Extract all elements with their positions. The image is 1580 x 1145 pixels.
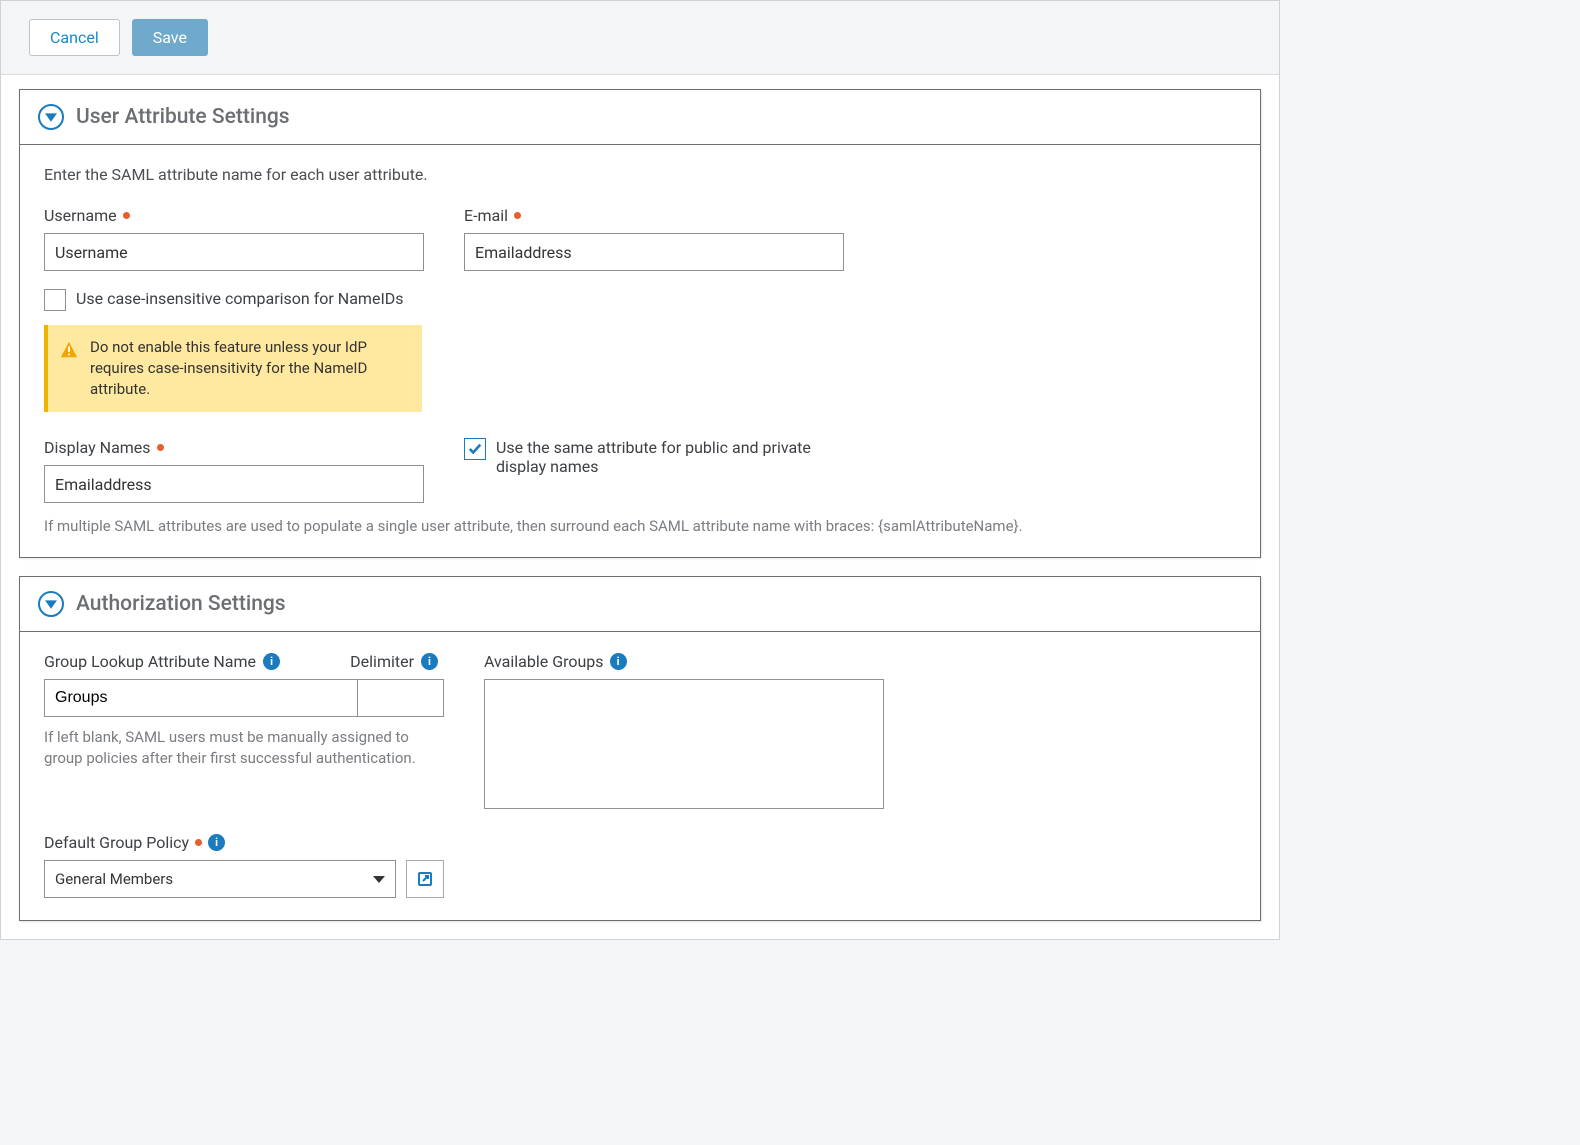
panel-header-auth: Authorization Settings [20, 577, 1260, 632]
email-field: E-mail [464, 206, 844, 271]
panel-user-attribute-settings: User Attribute Settings Enter the SAML a… [19, 89, 1261, 558]
available-groups-list[interactable] [484, 679, 884, 809]
required-dot-icon [123, 212, 130, 219]
case-insensitive-label: Use case-insensitive comparison for Name… [76, 289, 404, 308]
username-label-text: Username [44, 206, 117, 225]
info-icon[interactable]: i [208, 834, 225, 851]
panel-title-auth: Authorization Settings [76, 592, 286, 616]
available-groups-block: Available Groups i [484, 652, 884, 809]
email-label: E-mail [464, 206, 844, 225]
username-field: Username [44, 206, 424, 271]
available-groups-label: Available Groups i [484, 652, 884, 671]
warning-box: Do not enable this feature unless your I… [44, 325, 422, 412]
case-insensitive-checkbox[interactable] [44, 289, 66, 311]
available-groups-label-text: Available Groups [484, 652, 604, 671]
default-policy-label-text: Default Group Policy [44, 833, 189, 852]
panel-header-user-attr: User Attribute Settings [20, 90, 1260, 145]
display-names-label-text: Display Names [44, 438, 151, 457]
default-policy-label: Default Group Policy i [44, 833, 1236, 852]
delimiter-label-text: Delimiter [350, 652, 414, 671]
page-container: Cancel Save User Attribute Settings Ente… [0, 0, 1280, 940]
auth-columns: Group Lookup Attribute Name i Delimiter … [44, 652, 1236, 809]
email-input[interactable] [464, 233, 844, 271]
group-lookup-hint: If left blank, SAML users must be manual… [44, 727, 444, 769]
bottom-hint: If multiple SAML attributes are used to … [44, 517, 1236, 535]
same-attr-checkbox-row: Use the same attribute for public and pr… [464, 438, 844, 476]
case-insensitive-block: Use case-insensitive comparison for Name… [44, 289, 424, 412]
display-names-input[interactable] [44, 465, 424, 503]
display-names-field: Display Names [44, 438, 424, 503]
group-lookup-label-text: Group Lookup Attribute Name [44, 652, 256, 671]
email-label-text: E-mail [464, 206, 508, 225]
fields-grid: Username E-mail [44, 206, 1236, 412]
warning-icon [60, 341, 78, 359]
required-dot-icon [157, 444, 164, 451]
required-dot-icon [195, 839, 202, 846]
username-input[interactable] [44, 233, 424, 271]
default-policy-value: General Members [55, 870, 173, 888]
case-insensitive-checkbox-row: Use case-insensitive comparison for Name… [44, 289, 424, 311]
edit-policy-button[interactable] [406, 860, 444, 898]
collapse-toggle-icon[interactable] [38, 591, 64, 617]
same-attr-checkbox[interactable] [464, 438, 486, 460]
display-names-row: Display Names Use the same attribute for… [44, 438, 1236, 503]
cancel-button[interactable]: Cancel [29, 19, 120, 56]
policy-row: General Members [44, 860, 444, 898]
panel-body-user-attr: Enter the SAML attribute name for each u… [20, 145, 1260, 557]
same-attr-label: Use the same attribute for public and pr… [496, 438, 844, 476]
default-policy-block: Default Group Policy i General Members [44, 833, 1236, 898]
toolbar: Cancel Save [1, 1, 1279, 75]
group-lookup-input[interactable] [44, 679, 358, 717]
group-lookup-label: Group Lookup Attribute Name i [44, 652, 280, 671]
section-description: Enter the SAML attribute name for each u… [44, 165, 1236, 184]
info-icon[interactable]: i [610, 653, 627, 670]
same-attr-block: Use the same attribute for public and pr… [464, 438, 844, 503]
chevron-down-icon [373, 876, 385, 883]
lookup-row [44, 679, 444, 717]
display-names-label: Display Names [44, 438, 424, 457]
info-icon[interactable]: i [263, 653, 280, 670]
save-button[interactable]: Save [132, 19, 208, 56]
username-label: Username [44, 206, 424, 225]
info-icon[interactable]: i [421, 653, 438, 670]
group-lookup-labels: Group Lookup Attribute Name i Delimiter … [44, 652, 444, 671]
default-policy-select[interactable]: General Members [44, 860, 396, 898]
delimiter-input[interactable] [358, 679, 444, 717]
panel-authorization-settings: Authorization Settings Group Lookup Attr… [19, 576, 1261, 921]
group-lookup-block: Group Lookup Attribute Name i Delimiter … [44, 652, 444, 809]
panel-body-auth: Group Lookup Attribute Name i Delimiter … [20, 632, 1260, 920]
warning-text: Do not enable this feature unless your I… [90, 337, 408, 400]
collapse-toggle-icon[interactable] [38, 104, 64, 130]
panel-title-user-attr: User Attribute Settings [76, 105, 290, 129]
required-dot-icon [514, 212, 521, 219]
delimiter-label: Delimiter i [350, 652, 438, 671]
